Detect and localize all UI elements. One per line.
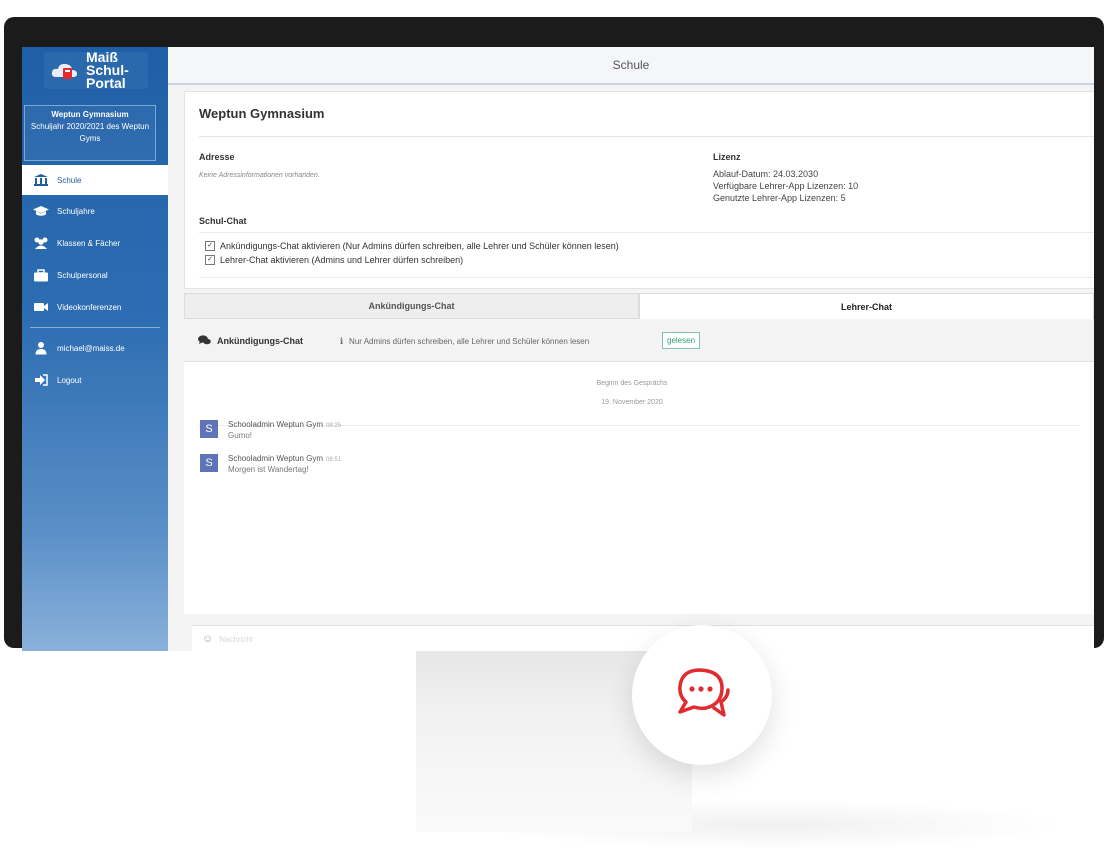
logout-icon <box>32 373 50 387</box>
chat-title: Ankündigungs-Chat <box>198 335 303 346</box>
cloud-logo-icon <box>50 59 80 83</box>
logout-label: Logout <box>57 375 82 385</box>
video-icon <box>32 300 50 314</box>
chat-messages: Beginn des Gesprächs 19. November 2020 S… <box>184 362 1094 614</box>
user-email: michael@maiss.de <box>57 343 125 353</box>
sidebar-item-label: Schuljahre <box>57 206 95 216</box>
message-time: 08:25 <box>326 423 342 429</box>
message-text: Morgen ist Wandertag! <box>228 465 309 474</box>
chat-bubbles-icon <box>670 664 734 727</box>
message-time: 08:51 <box>326 457 342 463</box>
announcement-chat-checkbox[interactable]: ✓ <box>205 241 215 251</box>
info-icon: i <box>340 336 344 346</box>
chat-info: i Nur Admins dürfen schreiben, alle Lehr… <box>340 336 589 346</box>
sidebar-item-label: Schule <box>57 175 82 185</box>
briefcase-icon <box>32 268 50 282</box>
topbar: Schule <box>168 47 1094 85</box>
chat-message: S Schooladmin Weptun Gym 08:25 Gumo! <box>200 420 341 440</box>
chat-message: S Schooladmin Weptun Gym 08:51 Morgen ist… <box>200 454 341 474</box>
main-content: Weptun Gymnasium Adresse Keine Adressinf… <box>168 85 1094 651</box>
school-card: Weptun Gymnasium Adresse Keine Adressinf… <box>184 91 1094 289</box>
graduation-cap-icon <box>32 204 50 218</box>
address-label: Adresse <box>199 152 235 162</box>
app-logo[interactable]: Maiß Schul-Portal <box>44 50 148 91</box>
chat-tabs: Ankündigungs-Chat Lehrer-Chat <box>184 293 1094 319</box>
address-value: Keine Adressinformationen vorhanden. <box>199 172 320 179</box>
teacher-chat-option[interactable]: ✓ Lehrer-Chat aktivieren (Admins und Leh… <box>205 255 463 265</box>
sidebar-item-schule[interactable]: Schule <box>22 165 168 195</box>
tab-announcement-chat[interactable]: Ankündigungs-Chat <box>184 293 639 319</box>
license-expiry: Ablauf-Datum: 24.03.2030 <box>713 169 819 179</box>
user-icon <box>32 341 50 355</box>
school-icon <box>32 173 50 187</box>
sidebar-divider <box>30 327 160 328</box>
conversation-start: Beginn des Gesprächs <box>596 380 668 387</box>
users-icon <box>32 236 50 250</box>
card-divider <box>199 136 1094 137</box>
school-year: Schuljahr 2020/2021 des Weptun Gyms <box>30 122 150 143</box>
license-available: Verfügbare Lehrer-App Lizenzen: 10 <box>713 181 859 191</box>
sidebar-item-klassen[interactable]: Klassen & Fächer <box>22 227 168 259</box>
logout-button[interactable]: Logout <box>22 364 168 396</box>
license-label: Lizenz <box>713 152 741 162</box>
license-info: Ablauf-Datum: 24.03.2030 Verfügbare Lehr… <box>713 168 858 204</box>
sidebar: Maiß Schul-Portal Weptun Gymnasium Schul… <box>22 47 168 651</box>
chat-feature-badge <box>632 625 772 765</box>
school-title: Weptun Gymnasium <box>199 106 325 121</box>
emoji-icon[interactable]: ☺ <box>202 633 213 645</box>
sidebar-item-schulpersonal[interactable]: Schulpersonal <box>22 259 168 291</box>
sidebar-nav: Schule Schuljahre Klassen & Fächer Schul… <box>22 165 168 396</box>
chat-header: Ankündigungs-Chat i Nur Admins dürfen sc… <box>184 321 1094 362</box>
tab-teacher-chat[interactable]: Lehrer-Chat <box>639 293 1094 319</box>
avatar: S <box>200 420 218 438</box>
announcement-chat-option[interactable]: ✓ Ankündigungs-Chat aktivieren (Nur Admi… <box>205 241 619 251</box>
sidebar-item-label: Klassen & Fächer <box>57 238 121 248</box>
message-input[interactable]: Nachricht <box>219 635 253 644</box>
school-year-box[interactable]: Weptun Gymnasium Schuljahr 2020/2021 des… <box>24 105 156 161</box>
sidebar-item-videokonferenzen[interactable]: Videokonferenzen <box>22 291 168 323</box>
sidebar-item-label: Schulpersonal <box>57 270 108 280</box>
sidebar-item-label: Videokonferenzen <box>57 302 122 312</box>
sidebar-item-schuljahre[interactable]: Schuljahre <box>22 195 168 227</box>
sender-name: Schooladmin Weptun Gym <box>228 420 324 429</box>
chat-info-text: Nur Admins dürfen schreiben, alle Lehrer… <box>349 336 590 346</box>
school-name: Weptun Gymnasium <box>51 110 129 119</box>
message-sender: Schooladmin Weptun Gym 08:25 <box>228 420 341 429</box>
chat-options: ✓ Ankündigungs-Chat aktivieren (Nur Admi… <box>199 232 1094 278</box>
license-used: Genutzte Lehrer-App Lizenzen: 5 <box>713 193 846 203</box>
message-composer[interactable]: ☺ Nachricht <box>192 625 1094 651</box>
page-title: Schule <box>612 58 650 72</box>
sender-name: Schooladmin Weptun Gym <box>228 454 324 463</box>
teacher-chat-label: Lehrer-Chat aktivieren (Admins und Lehre… <box>220 255 464 265</box>
chat-bubbles-icon <box>198 335 211 346</box>
chat-title-text: Ankündigungs-Chat <box>217 335 303 346</box>
announcement-chat-label: Ankündigungs-Chat aktivieren (Nur Admins… <box>220 241 619 251</box>
conversation-date: 19. November 2020 <box>601 399 663 406</box>
monitor-frame: Maiß Schul-Portal Weptun Gymnasium Schul… <box>4 17 1104 651</box>
sidebar-item-user[interactable]: michael@maiss.de <box>22 332 168 364</box>
read-status-badge[interactable]: gelesen <box>662 332 701 349</box>
teacher-chat-checkbox[interactable]: ✓ <box>205 255 215 265</box>
message-sender: Schooladmin Weptun Gym 08:51 <box>228 454 341 463</box>
logo-line-2: Schul-Portal <box>86 62 129 91</box>
school-chat-label: Schul-Chat <box>199 216 247 226</box>
avatar: S <box>200 454 218 472</box>
message-text: Gumo! <box>228 431 253 440</box>
screen: Maiß Schul-Portal Weptun Gymnasium Schul… <box>22 47 1094 651</box>
